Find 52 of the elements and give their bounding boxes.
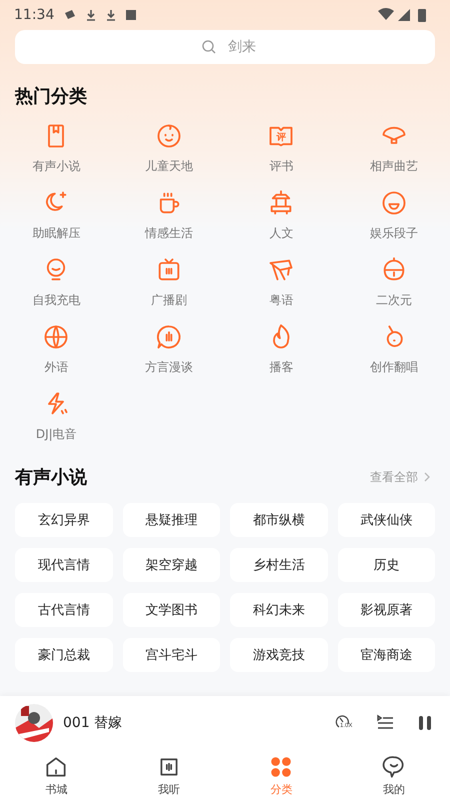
category-item[interactable]: DJ|电音 [0,390,112,443]
genre-tag[interactable]: 宦海商途 [338,638,435,672]
category-item[interactable]: 相声曲艺 [338,122,450,175]
chevron-icon [422,471,432,483]
section-title: 热门分类 [14,85,88,109]
category-icon [154,323,183,351]
genre-tag[interactable]: 玄幻异界 [15,503,112,537]
genre-tag[interactable]: 现代言情 [15,548,112,582]
genre-tag[interactable]: 都市纵横 [230,503,328,537]
download-icon [86,9,96,21]
genre-tag[interactable]: 架空穿越 [122,548,220,582]
genre-tag[interactable]: 文学图书 [122,593,220,627]
genre-tag[interactable]: 历史 [338,548,435,582]
category-item[interactable]: 广播剧 [112,256,225,309]
category-item[interactable]: 人文 [225,189,338,242]
genre-tag[interactable]: 悬疑推理 [122,503,220,537]
category-item[interactable]: 有声小说 [0,122,112,175]
category-item[interactable]: 创作翻唱 [338,323,450,376]
nav-tab[interactable]: 我的 [338,750,450,800]
category-item[interactable]: 儿童天地 [112,122,225,175]
category-item[interactable]: 二次元 [338,256,450,309]
category-item[interactable]: 粤语 [225,256,338,309]
notification-icon [64,9,76,21]
search-field[interactable]: 剑来 [15,30,435,64]
nav-tab[interactable]: 书城 [0,750,112,800]
category-icon [380,189,408,217]
genre-tag[interactable]: 游戏竞技 [230,638,328,672]
category-item[interactable]: 外语 [0,323,112,376]
category-item[interactable]: 播客 [225,323,338,376]
category-item[interactable]: 助眠解压 [0,189,112,242]
genre-tag[interactable]: 乡村生活 [230,548,328,582]
download-icon [106,9,116,21]
track-title: 001 替嫁 [63,714,124,732]
category-item[interactable]: 娱乐段子 [338,189,450,242]
nav-tab[interactable]: 我听 [112,750,225,800]
speedometer-icon [335,714,351,730]
genre-tag[interactable]: 影视原著 [338,593,435,627]
search-icon [202,40,216,54]
category-icon [42,323,70,351]
status-time: 11:34 [14,7,54,23]
genre-tag[interactable]: 科幻未来 [230,593,328,627]
category-item[interactable]: 方言漫谈 [112,323,225,376]
genre-tag[interactable]: 武侠仙侠 [338,503,435,537]
app-icon [126,10,136,20]
category-item[interactable]: 评 评书 [225,122,338,175]
category-item[interactable]: 自我充电 [0,256,112,309]
genre-tag[interactable]: 豪门总裁 [15,638,112,672]
section-title: 有声小说 [14,466,88,490]
genre-tag[interactable]: 古代言情 [15,593,112,627]
genre-tag[interactable]: 宫斗宅斗 [122,638,220,672]
category-item[interactable]: 情感生活 [112,189,225,242]
category-icon [154,122,183,150]
